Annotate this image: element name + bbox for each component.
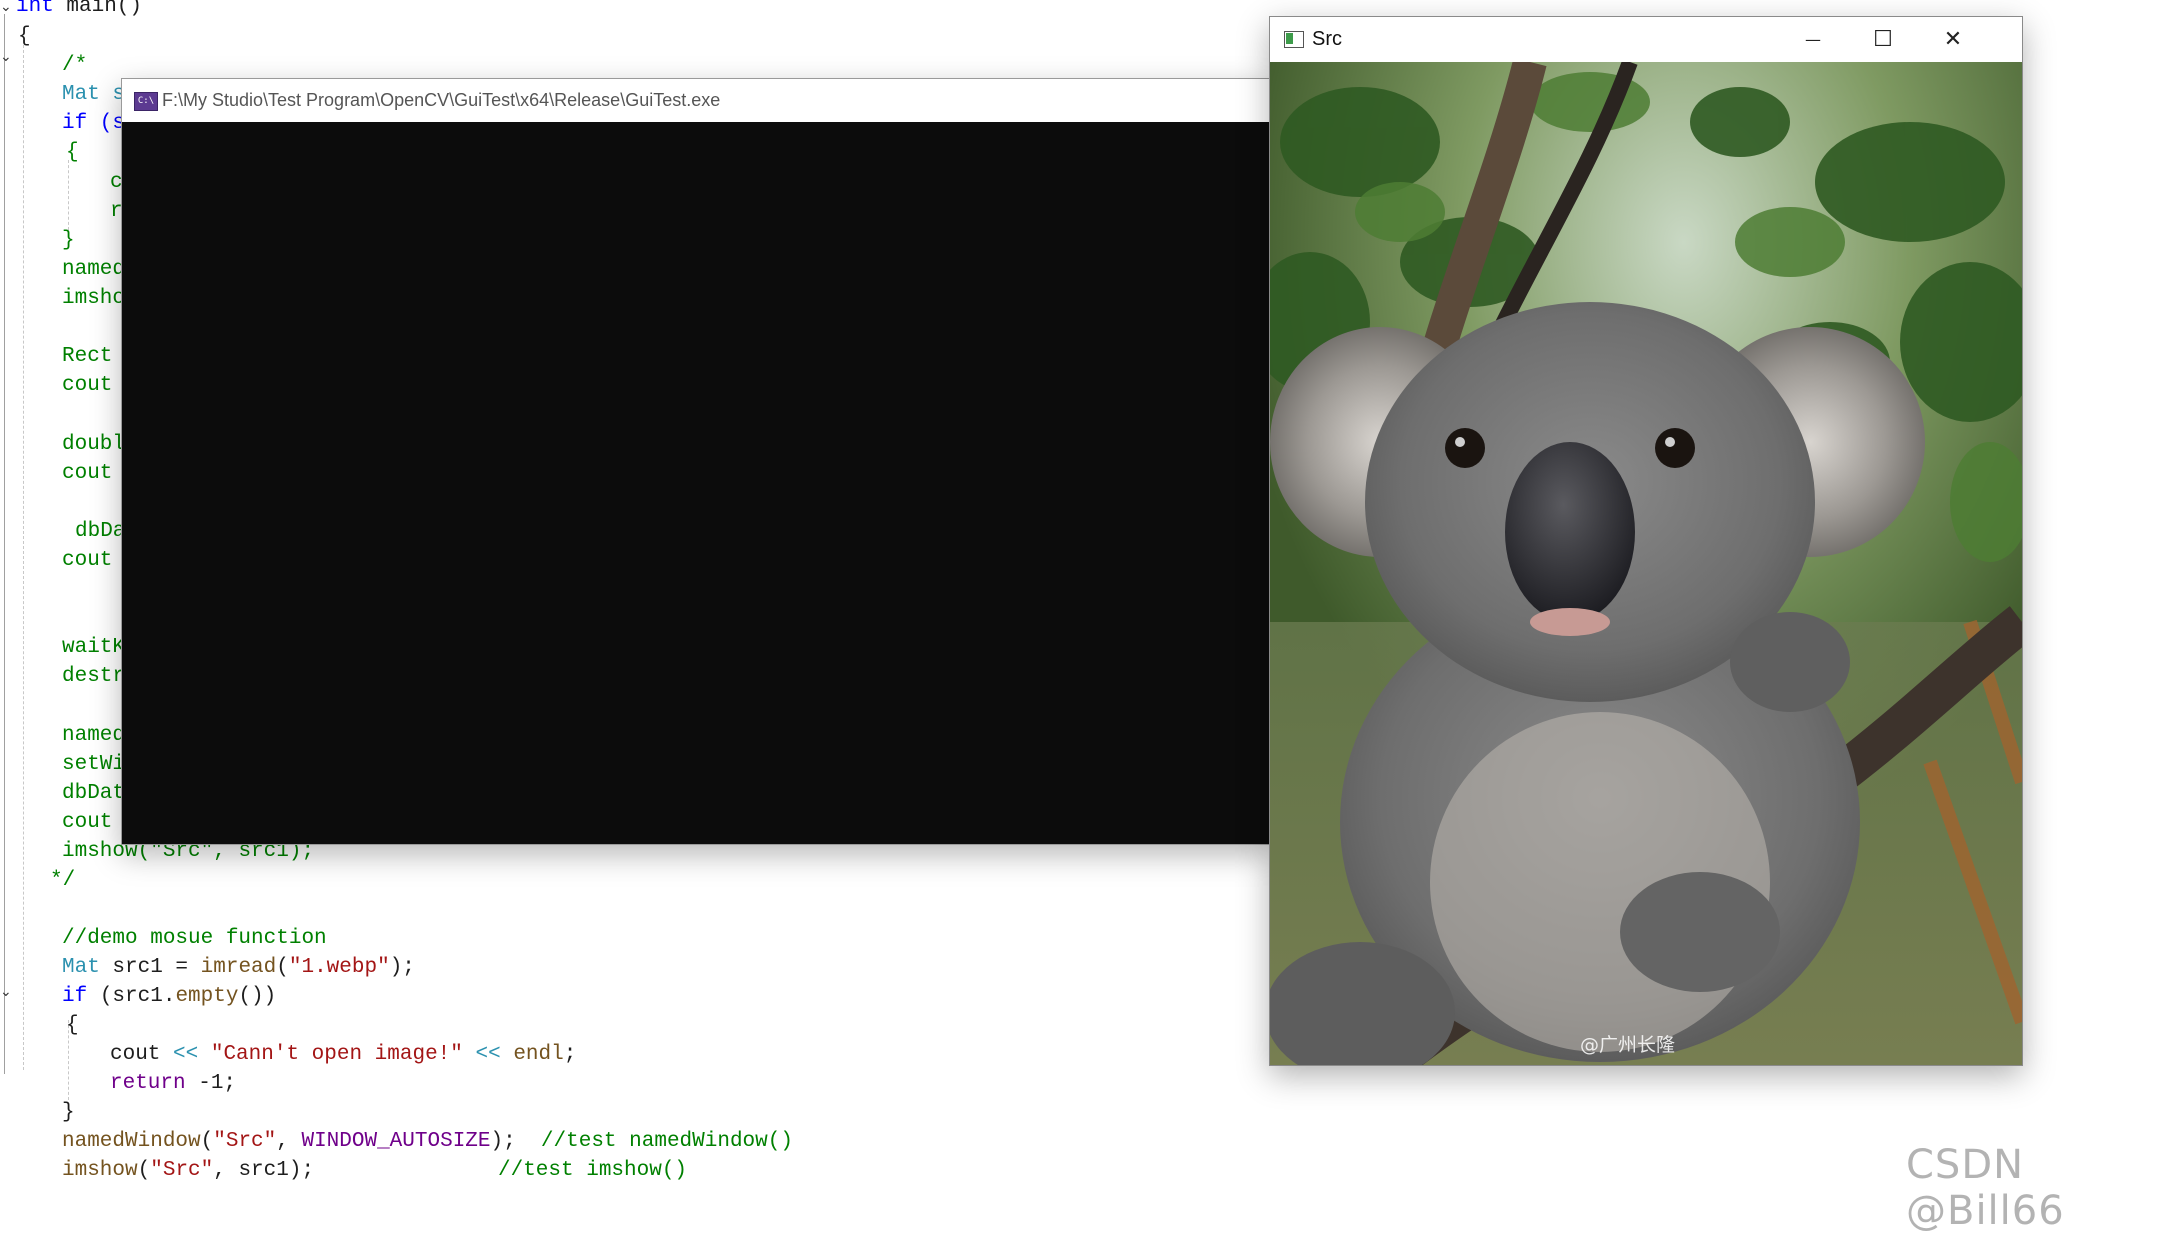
code-line[interactable]: cout xyxy=(62,459,112,488)
src-title-bar[interactable]: Src — ☐ ✕ xyxy=(1270,17,2022,62)
code-line[interactable]: cout xyxy=(62,808,112,837)
code-line[interactable]: } xyxy=(62,226,75,255)
fold-toggle-icon[interactable]: ⌄ xyxy=(0,50,14,64)
code-line[interactable]: named xyxy=(62,255,125,284)
code-line[interactable]: destr xyxy=(62,662,125,691)
code-line[interactable]: int main() xyxy=(16,0,142,21)
code-line[interactable]: namedWindow("Src", WINDOW_AUTOSIZE); //t… xyxy=(62,1127,793,1156)
console-title-bar[interactable]: C:\ F:\My Studio\Test Program\OpenCV\Gui… xyxy=(122,79,1272,122)
fold-toggle-icon[interactable]: ⌄ xyxy=(0,0,14,14)
code-line[interactable]: named xyxy=(62,721,125,750)
src-window-title: Src xyxy=(1312,28,1342,50)
indent-guide xyxy=(68,160,69,230)
code-line[interactable]: /* xyxy=(62,51,87,80)
code-line[interactable]: setWi xyxy=(62,750,125,779)
code-line[interactable]: cout xyxy=(62,371,112,400)
console-icon: C:\ xyxy=(134,92,158,111)
maximize-button[interactable]: ☐ xyxy=(1848,17,1918,62)
code-line[interactable]: waitK xyxy=(62,633,125,662)
src-image-window[interactable]: Src — ☐ ✕ @广州长隆 xyxy=(1269,16,2023,1066)
code-line[interactable]: return -1; xyxy=(110,1069,236,1098)
code-line[interactable]: Mat s xyxy=(62,80,125,109)
window-app-icon xyxy=(1284,31,1304,48)
code-line[interactable]: Mat src1 = imread("1.webp"); xyxy=(62,953,415,982)
fold-toggle-icon[interactable]: ⌄ xyxy=(0,985,14,999)
code-line[interactable]: dbDa xyxy=(75,517,125,546)
koala-image: @广州长隆 xyxy=(1270,62,2022,1065)
code-line[interactable]: */ xyxy=(50,866,75,895)
code-line[interactable]: doubl xyxy=(62,430,125,459)
code-line[interactable]: imshow("Src", src1);//test imshow() xyxy=(62,1156,687,1185)
minimize-button[interactable]: — xyxy=(1778,17,1848,62)
page-watermark: CSDN @Bill66 xyxy=(1906,1142,2065,1234)
code-line[interactable]: cout xyxy=(62,546,112,575)
code-line[interactable]: if (s xyxy=(62,109,125,138)
code-line[interactable]: { xyxy=(66,138,79,167)
code-line[interactable]: if (src1.empty()) xyxy=(62,982,276,1011)
close-button[interactable]: ✕ xyxy=(1918,17,1988,62)
console-window[interactable]: C:\ F:\My Studio\Test Program\OpenCV\Gui… xyxy=(121,78,1273,845)
code-line[interactable]: imsho xyxy=(62,284,125,313)
code-line[interactable]: //demo mosue function xyxy=(62,924,327,953)
indent-guide xyxy=(23,40,24,1070)
code-line[interactable]: { xyxy=(18,22,31,51)
console-output[interactable] xyxy=(122,122,1272,844)
code-line[interactable]: } xyxy=(62,1098,75,1127)
code-line[interactable]: cout << "Cann't open image!" << endl; xyxy=(110,1040,576,1069)
outline-bar xyxy=(4,14,5,1074)
code-line[interactable]: { xyxy=(66,1011,79,1040)
code-line[interactable]: dbDat xyxy=(62,779,125,808)
console-title: F:\My Studio\Test Program\OpenCV\GuiTest… xyxy=(162,90,721,110)
image-watermark: @广州长隆 xyxy=(1580,1034,1676,1056)
code-line[interactable]: Rect xyxy=(62,342,112,371)
koala-photo-icon xyxy=(1270,62,2022,1065)
